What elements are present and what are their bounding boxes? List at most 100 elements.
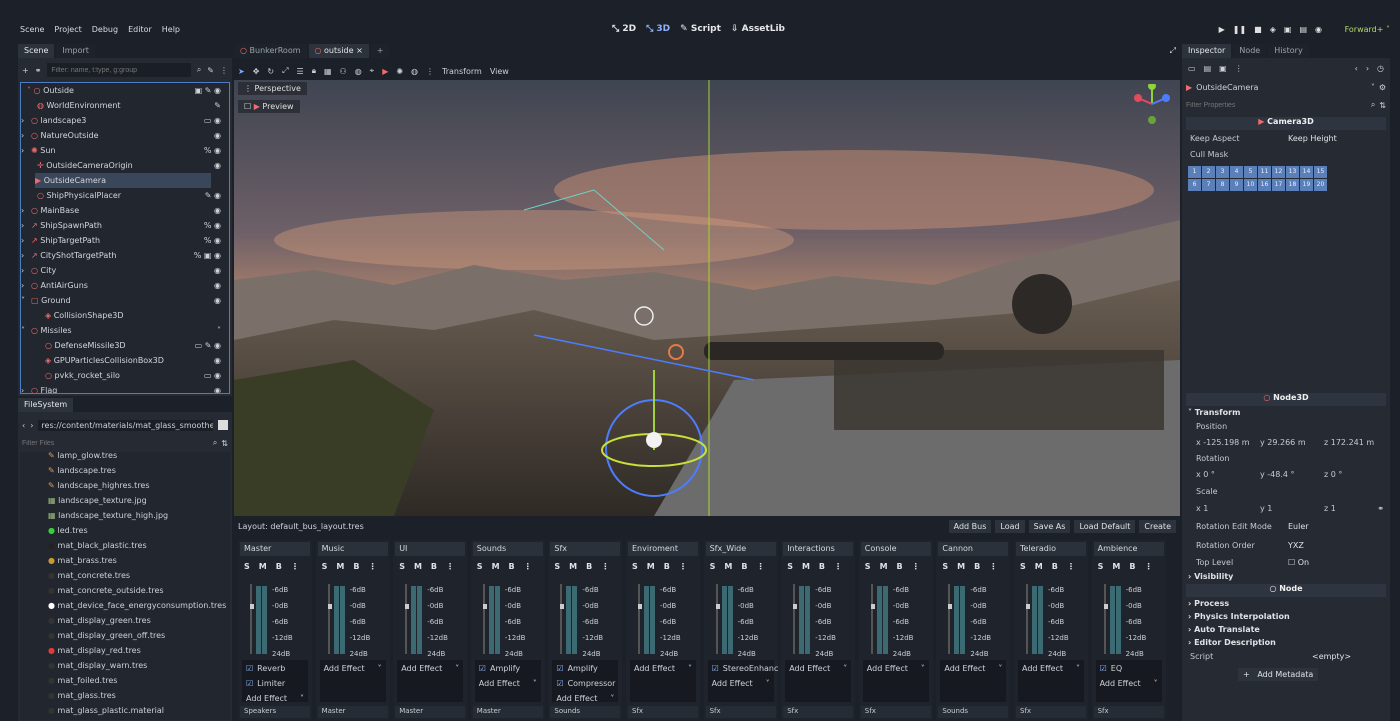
volume-meter[interactable]	[558, 584, 580, 654]
audio-bus[interactable]: MusicSMB⋮-6dB-0dB-6dB-12dB24dB72dBAdd Ef…	[315, 540, 390, 720]
file-item[interactable]: ● mat_display_warn.tres	[20, 658, 230, 673]
mode-assetlib-button[interactable]: ⇩ AssetLib	[731, 24, 785, 34]
view-menu[interactable]: View	[490, 67, 509, 76]
mute-button[interactable]: M	[1112, 562, 1120, 571]
cull-layer-cell[interactable]: 8	[1216, 179, 1229, 191]
tree-item-outsidecameraorigin[interactable]: ✛ OutsideCameraOrigin ◉	[21, 158, 229, 173]
tab-outside[interactable]: ○ outside ×	[308, 44, 369, 58]
play-scene-icon[interactable]: ▣	[1284, 25, 1292, 34]
tab-node[interactable]: Node	[1233, 44, 1267, 58]
eye-icon[interactable]: ▭ ◉	[204, 371, 221, 380]
mute-button[interactable]: M	[336, 562, 344, 571]
mute-button[interactable]: M	[880, 562, 888, 571]
audio-bus[interactable]: Sfx_WideSMB⋮-6dB-0dB-6dB-12dB24dB72dB☑St…	[703, 540, 778, 720]
bypass-button[interactable]: B	[431, 562, 437, 571]
file-item[interactable]: ● mat_glass.tres	[20, 688, 230, 703]
bus-name[interactable]: Interactions	[783, 542, 854, 556]
environment-preview-icon[interactable]: ◍	[411, 67, 418, 76]
cull-mask-grid[interactable]: 1 2 3 4 5 11 12 13 14 15 6 7 8 9 10 16 17 18 19 20	[1188, 166, 1327, 191]
bus-output[interactable]: Master	[317, 706, 388, 718]
chevron-right-icon[interactable]: ›	[30, 421, 33, 430]
bus-name[interactable]: Sounds	[472, 542, 543, 556]
camera-preview-icon[interactable]: ▶	[382, 67, 388, 76]
effect-slot[interactable]: Add Effect ˅	[324, 664, 382, 673]
tree-item-shipphysicalplacer[interactable]: ○ ShipPhysicalPlacer ✎ ◉	[21, 188, 229, 203]
tab-filesystem[interactable]: FileSystem	[18, 398, 74, 412]
load-button[interactable]: Load	[995, 520, 1025, 533]
menu-scene[interactable]: Scene	[20, 25, 44, 34]
checkbox[interactable]: ☑	[246, 679, 253, 688]
more-icon[interactable]: ⋮	[426, 67, 434, 76]
audio-bus[interactable]: SfxSMB⋮-6dB-0dB-6dB-12dB24dB72dB☑Amplify…	[548, 540, 623, 720]
checkbox[interactable]: ☐ On	[1288, 558, 1309, 567]
bus-output[interactable]: Master	[395, 706, 466, 718]
tree-item-outside[interactable]: ˅ ○ Outside ▣ ✎ ◉	[21, 83, 229, 98]
file-item[interactable]: ● mat_brass.tres	[20, 553, 230, 568]
node-header[interactable]: ○ Node	[1186, 584, 1386, 597]
more-icon[interactable]: ⋮	[989, 562, 997, 571]
menu-debug[interactable]: Debug	[92, 25, 118, 34]
viewport-scene[interactable]	[234, 80, 1180, 516]
add-bus-button[interactable]: Add Bus	[948, 520, 992, 533]
solo-button[interactable]: S	[942, 562, 948, 571]
prop-script[interactable]: Script <empty>	[1182, 648, 1390, 664]
load-default-button[interactable]: Load Default	[1074, 520, 1136, 533]
bus-name[interactable]: Sfx	[550, 542, 621, 556]
mute-button[interactable]: M	[724, 562, 732, 571]
file-item[interactable]: ● mat_display_green_off.tres	[20, 628, 230, 643]
effect-slot[interactable]: ☑ Amplify	[479, 664, 537, 673]
bus-name[interactable]: Teleradio	[1016, 542, 1086, 556]
save-icon[interactable]: ▣	[1219, 64, 1227, 73]
effect-slot[interactable]: ☑ Amplify	[556, 664, 614, 673]
audio-bus[interactable]: EnviromentSMB⋮-6dB-0dB-6dB-12dB24dB72dBA…	[626, 540, 700, 720]
audio-bus[interactable]: MasterSMB⋮-6dB-0dB-6dB-12dB24dB72dB☑Reve…	[238, 540, 312, 720]
prop-keep-aspect[interactable]: Keep Aspect Keep Height	[1182, 130, 1390, 146]
checkbox[interactable]: ☑	[479, 664, 486, 673]
tab-scene[interactable]: Scene	[18, 44, 55, 58]
eye-icon[interactable]: ◉	[214, 206, 221, 215]
eye-icon[interactable]: ▭ ✎ ◉	[195, 341, 221, 350]
camera3d-header[interactable]: ▶ Camera3D	[1186, 117, 1386, 130]
tree-item-natureoutside[interactable]: › ○ NatureOutside ◉	[21, 128, 229, 143]
chevron-down-icon[interactable]: ˅	[217, 326, 221, 335]
more-icon[interactable]: ⋮	[1144, 562, 1152, 571]
transform-menu[interactable]: Transform	[442, 67, 482, 76]
effect-slot[interactable]: ☑ EQ	[1100, 664, 1158, 673]
solo-button[interactable]: S	[399, 562, 405, 571]
more-icon[interactable]: ⋮	[446, 562, 454, 571]
eye-icon[interactable]: ◉	[214, 356, 221, 365]
rotation-values[interactable]: x 0 ° y -48.4 ° z 0 °	[1182, 466, 1390, 482]
more-icon[interactable]: ⋮	[756, 562, 764, 571]
tree-item-gpuparticlescollisionbox3d[interactable]: ◈ GPUParticlesCollisionBox3D ◉	[21, 353, 229, 368]
play-icon[interactable]: ▶	[1219, 25, 1225, 34]
more-icon[interactable]: ⋮	[601, 562, 609, 571]
volume-meter[interactable]	[248, 584, 270, 654]
sun-preview-icon[interactable]: ✺	[396, 67, 403, 76]
sort-icon[interactable]: ⇅	[221, 439, 228, 448]
save-as-button[interactable]: Save As	[1028, 520, 1071, 533]
effect-slot[interactable]: Add Effect ˅	[401, 664, 459, 673]
bypass-button[interactable]: B	[353, 562, 359, 571]
transform-section[interactable]: ˅ Transform	[1188, 408, 1240, 417]
play-custom-icon[interactable]: ▤	[1299, 25, 1307, 34]
cull-layer-cell[interactable]: 17	[1272, 179, 1285, 191]
bus-output[interactable]: Speakers	[240, 706, 310, 718]
mute-button[interactable]: M	[802, 562, 810, 571]
bypass-button[interactable]: B	[276, 562, 282, 571]
bus-output[interactable]: Sfx	[860, 706, 931, 718]
cull-layer-cell[interactable]: 15	[1314, 166, 1327, 178]
effect-slot[interactable]: Add Effect ˅	[556, 694, 614, 703]
stop-icon[interactable]: ■	[1254, 25, 1262, 34]
more-icon[interactable]: ⋮	[679, 562, 687, 571]
audio-bus[interactable]: TeleradioSMB⋮-6dB-0dB-6dB-12dB24dB72dBAd…	[1014, 540, 1088, 720]
bus-output[interactable]: Sfx	[1016, 706, 1086, 718]
audio-bus[interactable]: AmbienceSMB⋮-6dB-0dB-6dB-12dB24dB72dB☑EQ…	[1091, 540, 1166, 720]
3d-viewport[interactable]: ⋮ Perspective ☐ ▶ Preview	[234, 80, 1180, 516]
bus-name[interactable]: Enviroment	[628, 542, 698, 556]
menu-project[interactable]: Project	[54, 25, 81, 34]
menu-help[interactable]: Help	[162, 25, 180, 34]
bypass-button[interactable]: B	[509, 562, 515, 571]
solo-button[interactable]: S	[632, 562, 638, 571]
tree-item-worldenvironment[interactable]: ◍ WorldEnvironment ✎	[21, 98, 229, 113]
bus-name[interactable]: Cannon	[938, 542, 1009, 556]
